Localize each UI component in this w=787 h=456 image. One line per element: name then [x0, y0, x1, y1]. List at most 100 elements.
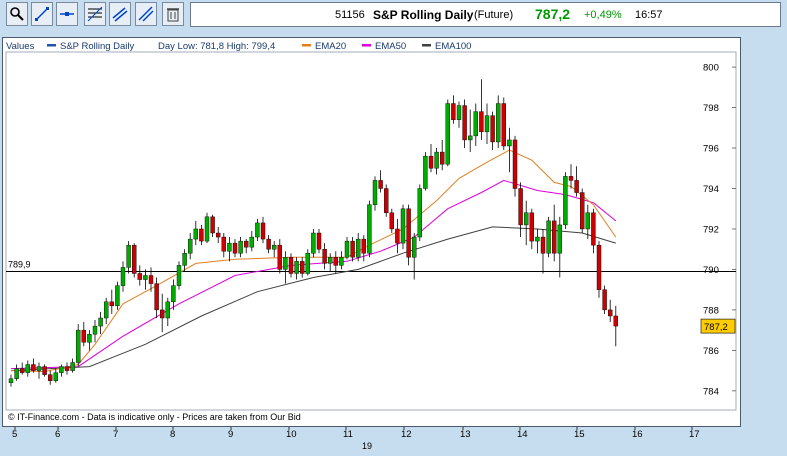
chart-panel[interactable]: Values S&P Rolling Daily Day Low: 781,8 Hi…	[2, 37, 741, 427]
candle-body	[613, 315, 618, 327]
candle	[557, 216, 562, 278]
candle-body	[546, 220, 551, 254]
fibonacci-icon[interactable]	[84, 2, 106, 26]
candle	[131, 243, 137, 278]
x-axis-sub-label: 19	[362, 441, 372, 451]
candle	[36, 362, 42, 379]
candle-body	[243, 240, 249, 248]
draw-line-icon[interactable]	[31, 2, 53, 26]
y-tick-label: 786	[703, 346, 719, 357]
candle	[512, 135, 518, 197]
candle-body	[31, 364, 36, 371]
instrument-title: S&P Rolling Daily	[373, 8, 474, 22]
y-tick-label: 792	[703, 224, 719, 235]
candle	[356, 233, 361, 262]
candle-body	[412, 236, 417, 258]
candle-body	[92, 325, 98, 335]
legend: Values S&P Rolling Daily Day Low: 781,8 Hi…	[6, 41, 471, 52]
toolbar	[0, 0, 190, 30]
candle	[328, 253, 333, 272]
candle	[400, 204, 406, 250]
candle-body	[378, 180, 383, 189]
parallel-lines-icon[interactable]	[135, 2, 157, 26]
candle	[59, 364, 64, 377]
candle-body	[501, 103, 506, 147]
candle	[154, 277, 159, 318]
candle	[272, 241, 277, 258]
candle-body	[417, 188, 422, 238]
candle	[484, 103, 490, 144]
candle	[243, 239, 249, 254]
candle-body	[103, 301, 109, 319]
candle-body	[70, 362, 75, 371]
candle	[255, 218, 260, 242]
candle	[468, 109, 473, 153]
candle-body	[20, 368, 25, 373]
candle	[210, 214, 215, 238]
candle-body	[361, 238, 366, 254]
candle	[75, 324, 81, 367]
candle	[8, 374, 14, 387]
x-tick-label: 9	[228, 429, 233, 440]
candle	[490, 111, 495, 151]
candle	[171, 279, 176, 310]
candle	[311, 228, 316, 258]
candle	[294, 257, 299, 280]
candle-body	[535, 236, 540, 242]
candle-body	[81, 329, 87, 343]
candle	[361, 235, 366, 262]
candle-body	[8, 378, 14, 383]
price-change: +0,49%	[584, 9, 622, 21]
candle-body	[462, 105, 467, 141]
candle-body	[557, 224, 562, 254]
candle-body	[148, 275, 154, 284]
candle	[406, 204, 411, 266]
candle	[339, 251, 344, 270]
legend-ema100-swatch	[422, 44, 431, 47]
candle-body	[563, 176, 568, 226]
candle	[165, 297, 171, 327]
x-tick-label: 17	[689, 429, 700, 440]
candle	[92, 320, 98, 343]
candle	[546, 216, 551, 258]
candle	[300, 257, 305, 278]
candle	[367, 200, 372, 258]
candle-body	[568, 176, 574, 181]
candle	[333, 251, 338, 274]
candle	[20, 362, 25, 375]
candle-body	[518, 188, 523, 226]
candle	[187, 233, 193, 260]
trend-channel-icon[interactable]	[109, 2, 131, 26]
candle-body	[98, 317, 103, 327]
candle-body	[48, 374, 53, 381]
y-tick-label: 790	[703, 265, 719, 276]
candle	[87, 330, 92, 351]
candle-body	[193, 228, 199, 240]
candle	[563, 172, 568, 229]
x-tick-label: 6	[55, 429, 60, 440]
y-axis: 800 798 796 794 792 790 788 786 784	[703, 63, 736, 397]
candle-body	[524, 212, 529, 226]
x-axis: 5 6 7 8 9 10 11 12 13 14 15 16 17 19	[12, 427, 700, 451]
candle-body	[154, 283, 159, 311]
zoom-icon[interactable]	[6, 2, 28, 26]
legend-ema20-swatch	[302, 44, 311, 47]
candle	[580, 188, 585, 234]
candle	[70, 358, 75, 373]
candle-body	[456, 105, 462, 120]
candle-body	[165, 301, 171, 319]
horizontal-line-icon[interactable]	[56, 2, 78, 26]
trash-icon[interactable]	[162, 2, 184, 26]
candle	[462, 99, 467, 149]
footer-disclaimer: © IT-Finance.com - Data is indicative on…	[8, 412, 301, 422]
candle-body	[126, 244, 131, 268]
candle	[64, 362, 70, 375]
candle-body	[428, 155, 434, 169]
candle-body	[440, 151, 445, 165]
candle	[238, 237, 243, 258]
candle-body	[473, 111, 478, 137]
candle	[98, 311, 103, 335]
price-chart[interactable]: Values S&P Rolling Daily Day Low: 781,8 Hi…	[3, 38, 740, 426]
candle-body	[238, 240, 243, 254]
candle-body	[490, 115, 495, 143]
